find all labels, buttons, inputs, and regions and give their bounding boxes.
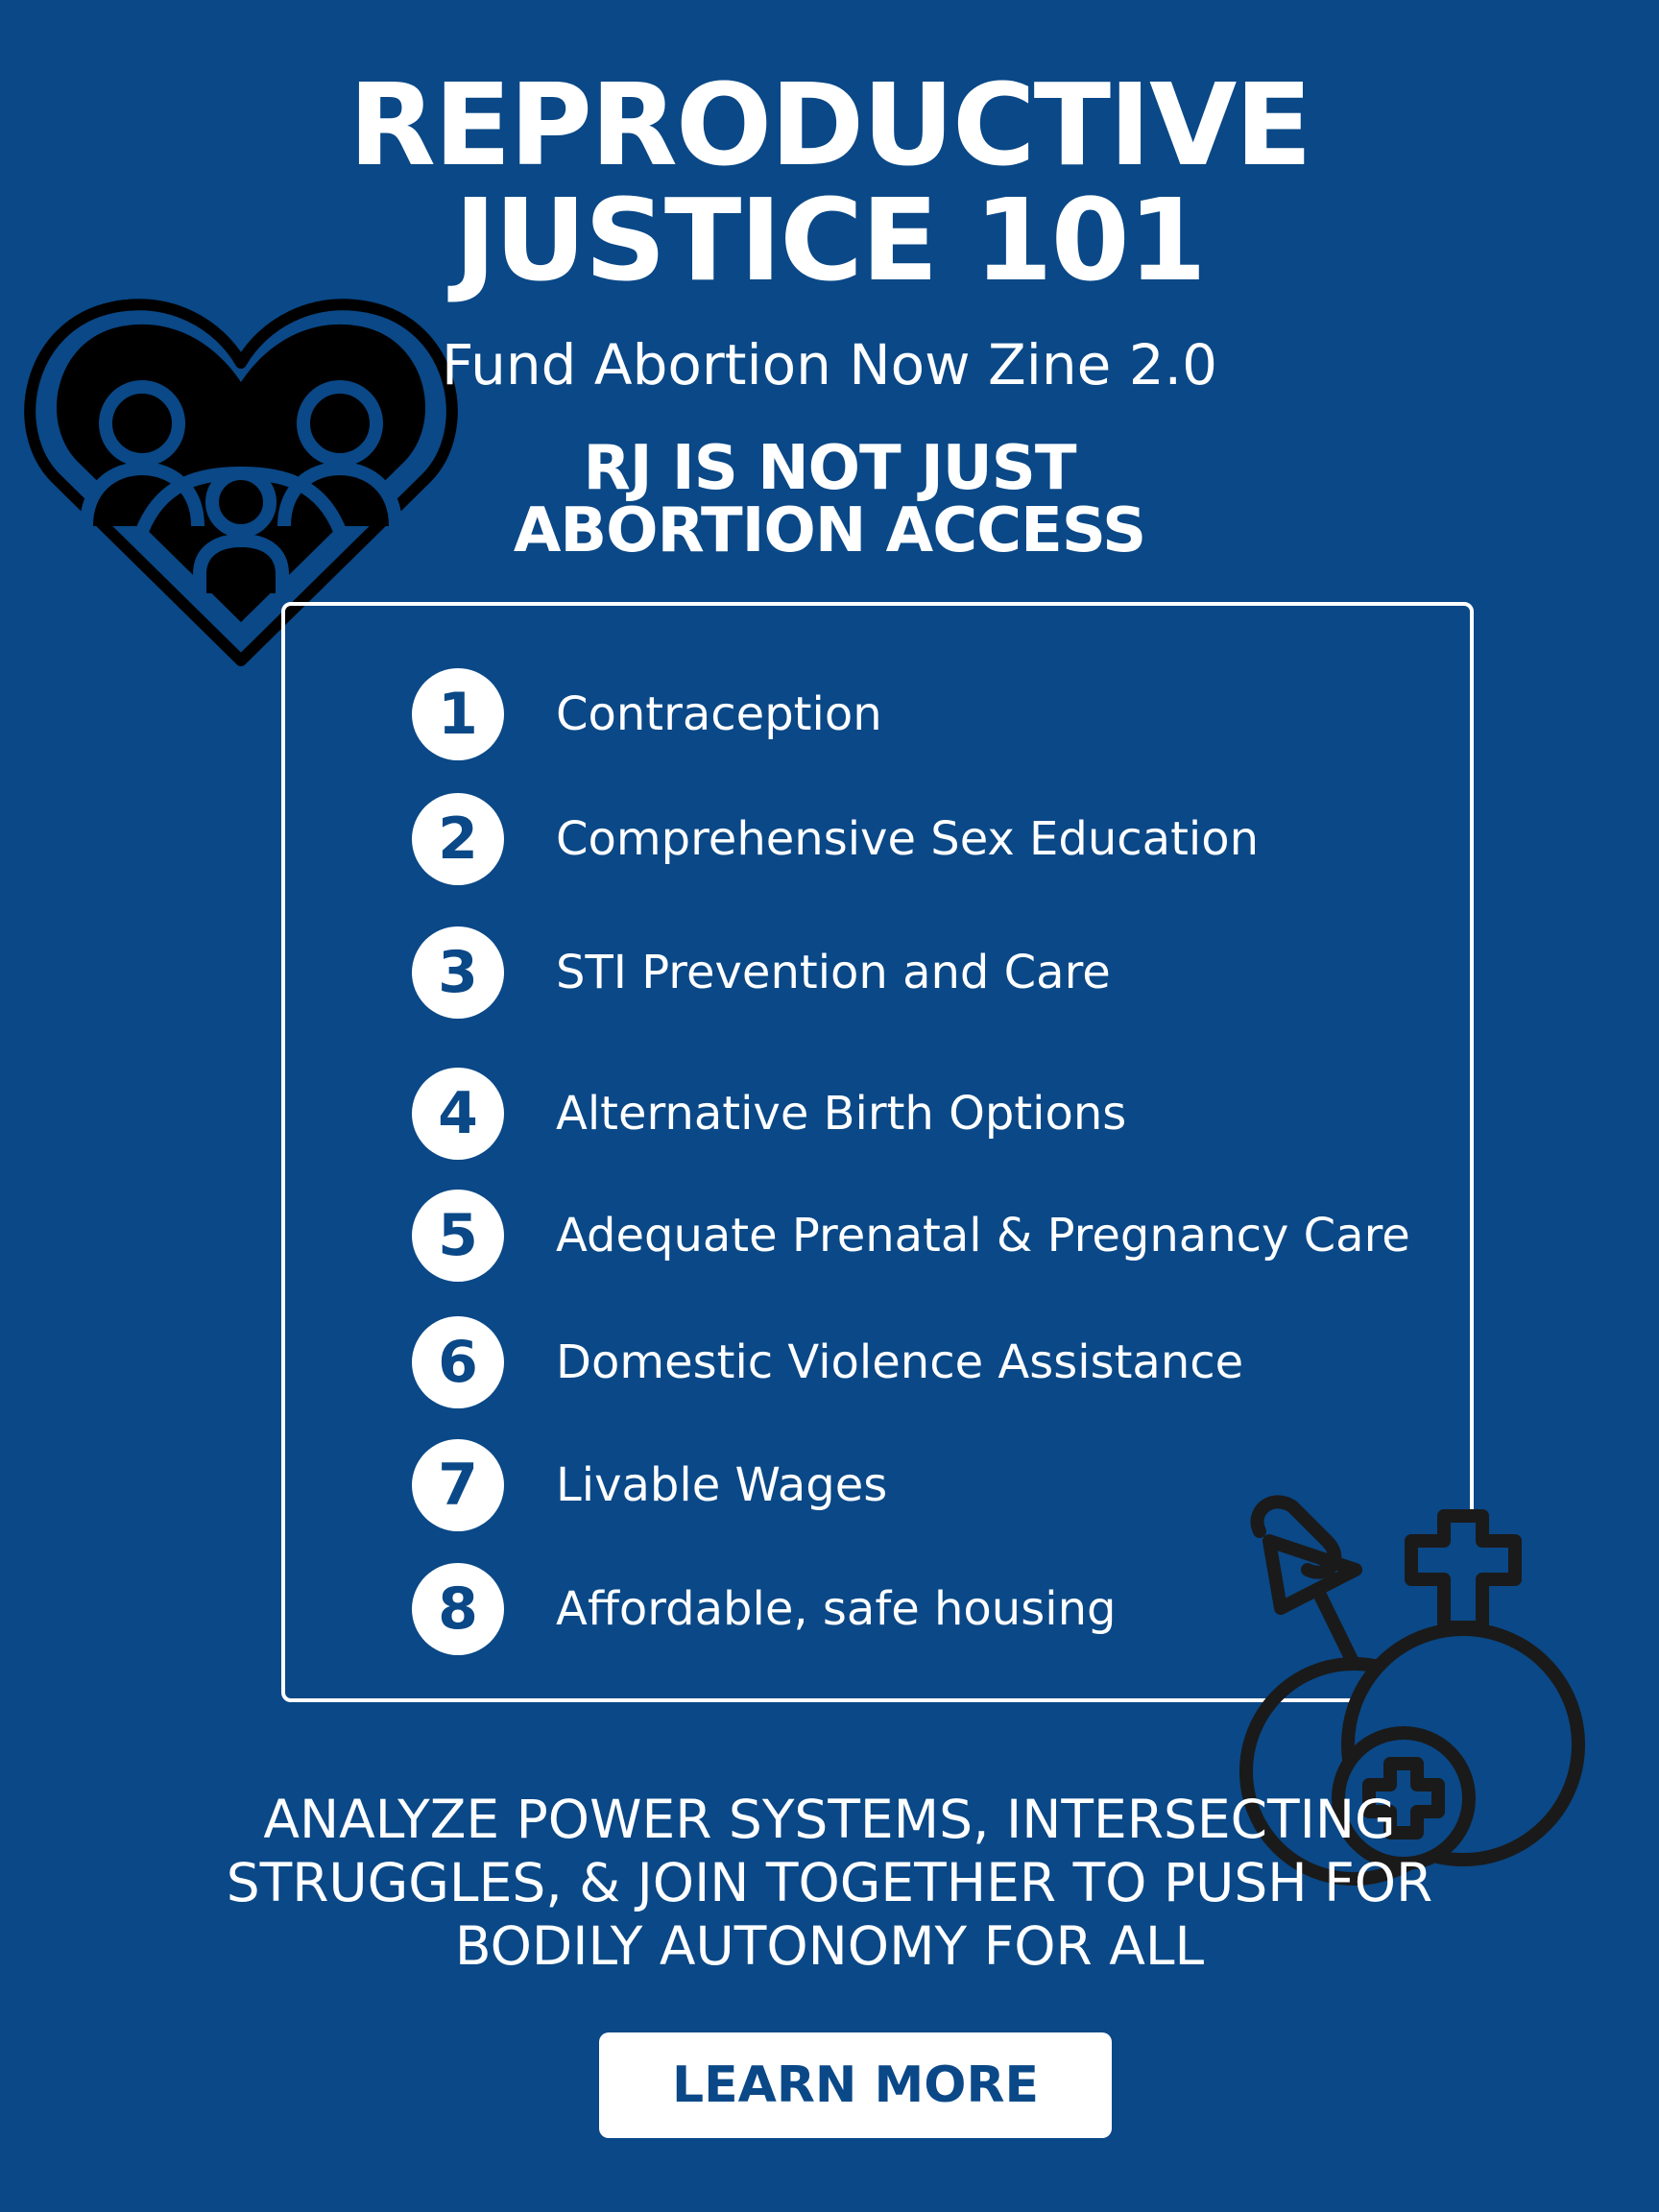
list-item-label: Adequate Prenatal & Pregnancy Care [556,1209,1410,1262]
number-badge: 8 [412,1563,504,1655]
list-item: 4 Alternative Birth Options [285,1066,1478,1162]
section-heading-line1: RJ IS NOT JUST [583,433,1077,504]
list-item-label: Livable Wages [556,1458,888,1512]
list-item: 1 Contraception [285,666,1478,762]
number-badge: 6 [412,1316,504,1408]
list-item: 6 Domestic Violence Assistance [285,1314,1478,1410]
list-item-label: STI Prevention and Care [556,946,1111,999]
tagline-line3: BODILY AUTONOMY FOR ALL [454,1915,1205,1977]
tagline-line2: STRUGGLES, & JOIN TOGETHER TO PUSH FOR [226,1852,1433,1913]
number-badge: 3 [412,926,504,1019]
list-item-label: Affordable, safe housing [556,1582,1117,1636]
list-item-label: Alternative Birth Options [556,1087,1127,1141]
section-heading-line2: ABORTION ACCESS [513,495,1146,566]
learn-more-button[interactable]: LEARN MORE [599,2032,1112,2138]
poster: REPRODUCTIVE JUSTICE 101 Fund Abortion N… [0,0,1659,2212]
list-item-label: Contraception [556,687,882,741]
subtitle: Fund Abortion Now Zine 2.0 [441,332,1218,397]
list-item: 5 Adequate Prenatal & Pregnancy Care [285,1188,1478,1284]
list-item-label: Domestic Violence Assistance [556,1335,1244,1389]
number-badge: 2 [412,793,504,885]
list-item: 3 STI Prevention and Care [285,925,1478,1021]
number-badge: 1 [412,668,504,760]
list-item: 2 Comprehensive Sex Education [285,791,1478,887]
tagline-line1: ANALYZE POWER SYSTEMS, INTERSECTING [263,1789,1396,1850]
number-badge: 5 [412,1190,504,1282]
page-title-line1: REPRODUCTIVE [349,59,1312,191]
page-title-line2: JUSTICE 101 [454,174,1207,306]
number-badge: 7 [412,1439,504,1531]
number-badge: 4 [412,1068,504,1160]
list-item-label: Comprehensive Sex Education [556,812,1260,866]
